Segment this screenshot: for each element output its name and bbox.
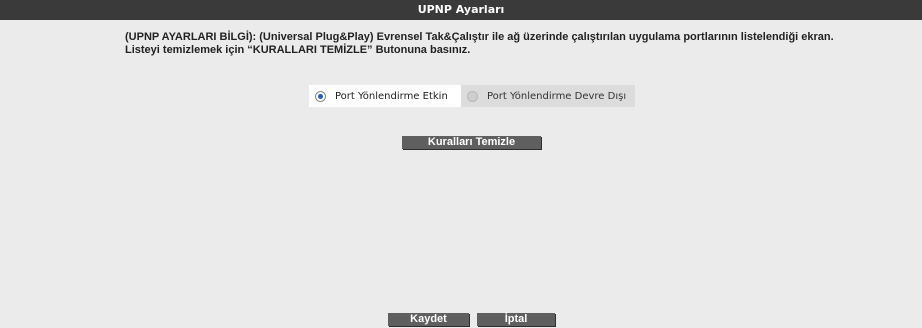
radio-unchecked-icon[interactable] <box>467 90 478 102</box>
port-forwarding-enabled-label: Port Yönlendirme Etkin <box>335 90 448 102</box>
save-button[interactable]: Kaydet <box>388 313 469 326</box>
port-forwarding-enabled-option[interactable]: Port Yönlendirme Etkin <box>309 85 461 107</box>
info-line-2: Listeyi temizlemek için “KURALLARI TEMİZ… <box>125 44 471 56</box>
info-text: (UPNP AYARLARI BİLGİ): (Universal Plug&P… <box>125 31 845 57</box>
port-forwarding-disabled-option[interactable]: Port Yönlendirme Devre Dışı <box>461 85 635 107</box>
clear-rules-button[interactable]: Kuralları Temizle <box>402 136 541 149</box>
port-forwarding-disabled-label: Port Yönlendirme Devre Dışı <box>487 90 627 102</box>
port-forwarding-radio-group: Port Yönlendirme Etkin Port Yönlendirme … <box>309 85 635 107</box>
page-title: UPNP Ayarları <box>0 0 922 20</box>
info-line-1: (UPNP AYARLARI BİLGİ): (Universal Plug&P… <box>125 31 834 43</box>
radio-checked-icon[interactable] <box>315 90 326 102</box>
cancel-button[interactable]: İptal <box>477 313 555 326</box>
